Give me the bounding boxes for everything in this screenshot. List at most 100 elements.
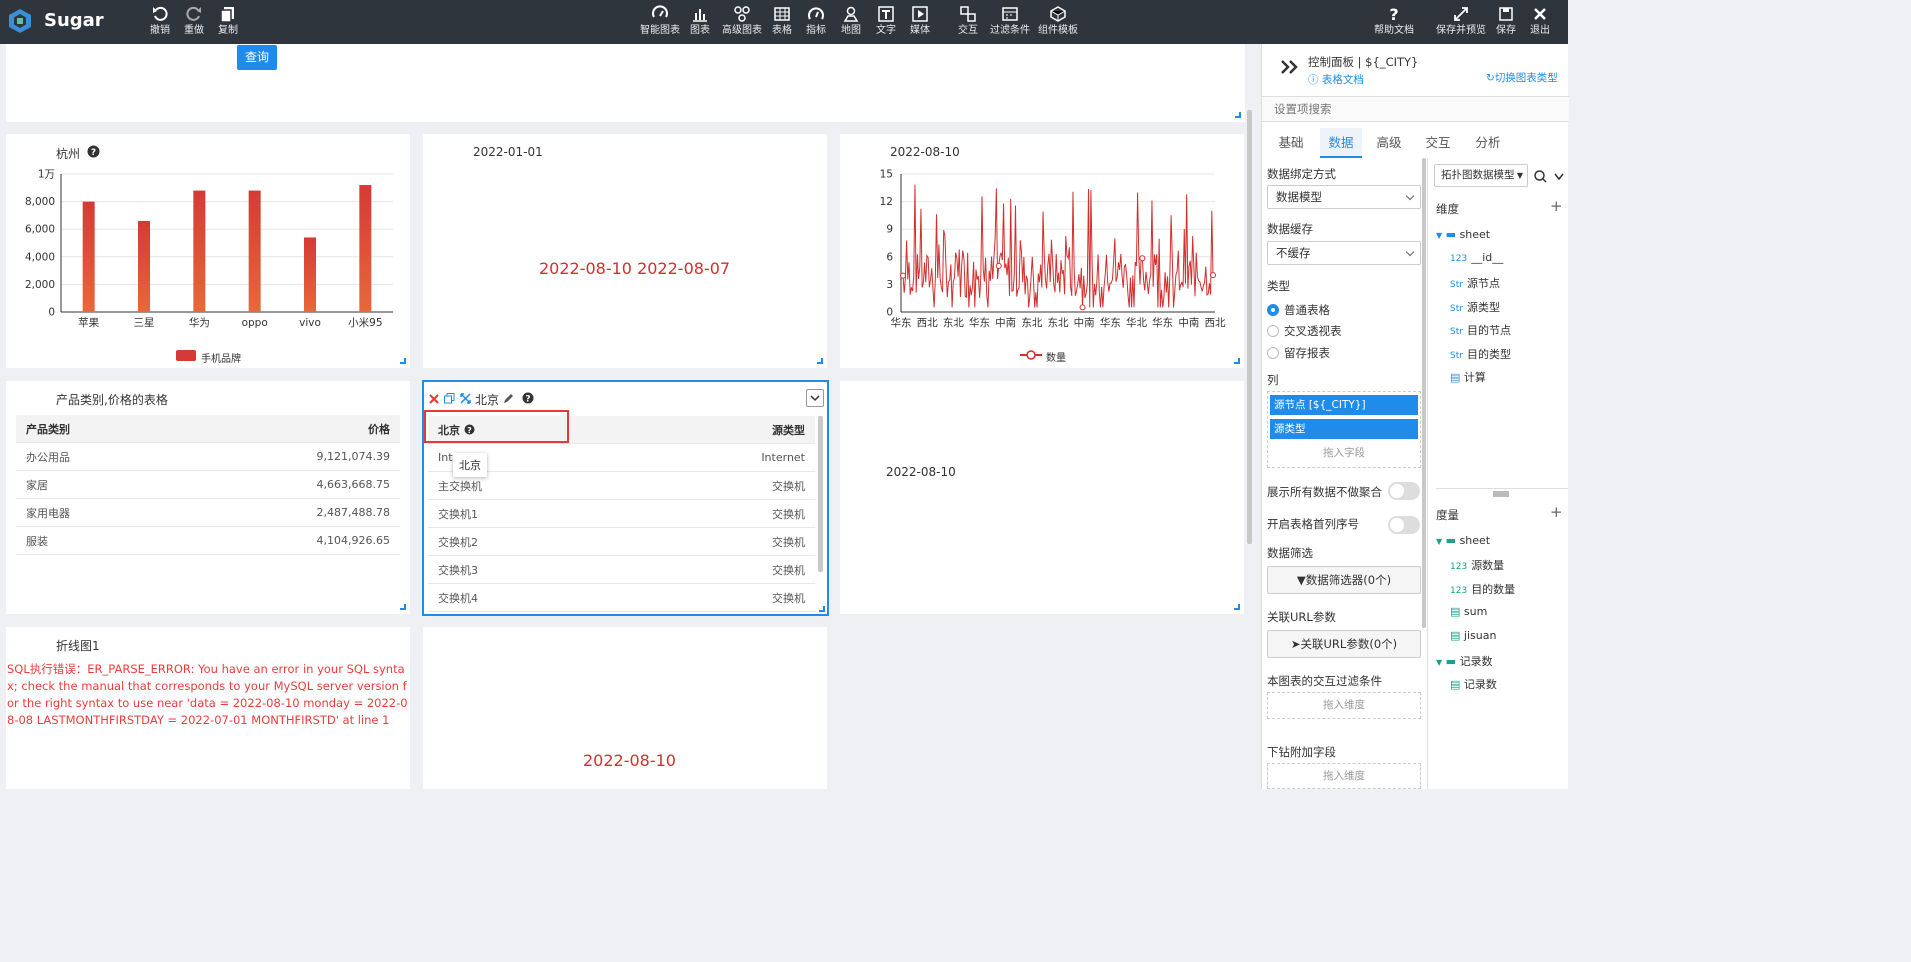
resize-handle[interactable]: [1235, 112, 1241, 118]
show-all-toggle[interactable]: [1388, 482, 1420, 500]
table-button[interactable]: 表格: [772, 5, 792, 37]
tab-data[interactable]: 数据: [1320, 128, 1362, 158]
tab-advanced[interactable]: 高级: [1366, 128, 1412, 158]
search-icon[interactable]: [1534, 170, 1547, 183]
product-table-card[interactable]: 产品类别,价格的表格 产品类别 价格 办公用品 9,121,074.39 家居 4,6…: [6, 381, 410, 614]
fullscreen-icon[interactable]: [460, 393, 471, 404]
legend-label[interactable]: 数量: [1046, 349, 1066, 364]
help-doc-button[interactable]: ? 帮助文档: [1374, 5, 1414, 37]
panel-scrollbar[interactable]: [1422, 158, 1426, 628]
data-filter-button[interactable]: ▼数据筛选器(0个): [1267, 566, 1421, 594]
settings-search[interactable]: [1262, 96, 1569, 122]
interaction-button[interactable]: 交互: [958, 5, 978, 37]
measure-field[interactable]: ▤ jisuan: [1450, 629, 1496, 642]
add-measure-button[interactable]: +: [1550, 503, 1563, 521]
series-line[interactable]: [902, 184, 1214, 308]
filter-condition-button[interactable]: 过滤条件: [990, 5, 1030, 37]
selected-table-card[interactable]: 北京 ? 北京 ? 源类型 Int Internet 主交换机 交换机 交换机1 交换机…: [422, 380, 829, 616]
delete-icon[interactable]: [429, 394, 439, 404]
legend-label[interactable]: 手机品牌: [201, 350, 241, 365]
resize-handle[interactable]: [1234, 358, 1240, 364]
exit-button[interactable]: 退出: [1530, 5, 1550, 37]
redo-button[interactable]: 重做: [184, 5, 204, 37]
text-button[interactable]: 文字: [876, 5, 896, 37]
smart-chart-button[interactable]: 智能图表: [640, 5, 680, 37]
radio-retention-table[interactable]: 留存报表: [1267, 345, 1330, 361]
map-button[interactable]: 地图: [841, 5, 861, 37]
table-doc-link[interactable]: ⓘ 表格文档: [1308, 72, 1364, 87]
measure-field[interactable]: 123 源数量: [1450, 557, 1504, 573]
card-menu-dropdown[interactable]: [806, 389, 824, 407]
resize-handle[interactable]: [817, 358, 823, 364]
header-price[interactable]: 价格: [368, 421, 390, 437]
column-field-chip[interactable]: 源类型: [1270, 419, 1418, 439]
dimension-field[interactable]: Str 源类型: [1450, 299, 1500, 315]
resize-handle[interactable]: [400, 604, 406, 610]
card-title[interactable]: 北京: [475, 391, 499, 408]
media-button[interactable]: 媒体: [910, 5, 930, 37]
drill-field-drop-zone[interactable]: 拖入维度: [1267, 763, 1421, 789]
resize-handle[interactable]: [1234, 604, 1240, 610]
bar[interactable]: [248, 190, 261, 312]
radio-pivot-table[interactable]: 交叉透视表: [1267, 323, 1342, 339]
chart-button[interactable]: 图表: [690, 5, 710, 37]
data-model-select[interactable]: 拓扑图数据模型 ▼: [1434, 164, 1528, 187]
seq-toggle[interactable]: [1388, 516, 1420, 534]
column-drop-zone[interactable]: 源节点 [${_CITY}] 源类型 拖入字段: [1267, 391, 1421, 468]
record-folder[interactable]: ▼ ▬ 记录数: [1436, 653, 1493, 669]
data-point[interactable]: [1210, 272, 1216, 279]
bar[interactable]: [138, 220, 150, 312]
metric-button[interactable]: 指标: [806, 5, 826, 37]
data-point[interactable]: [995, 262, 1002, 269]
question-icon[interactable]: ?: [522, 392, 534, 404]
resize-handle[interactable]: [819, 606, 825, 612]
interaction-filter-drop-zone[interactable]: 拖入维度: [1267, 692, 1421, 719]
tab-analysis[interactable]: 分析: [1465, 128, 1511, 158]
bind-mode-select[interactable]: 数据模型: [1267, 185, 1421, 209]
bar[interactable]: [304, 237, 316, 312]
bar[interactable]: [359, 185, 372, 312]
undo-button[interactable]: 撤销: [150, 5, 170, 37]
chevron-down-icon[interactable]: [1553, 172, 1565, 182]
url-param-button[interactable]: ➤关联URL参数(0个): [1267, 630, 1421, 658]
tab-interaction[interactable]: 交互: [1415, 128, 1461, 158]
question-icon[interactable]: ?: [87, 145, 100, 158]
dimension-field[interactable]: ▤ 计算: [1450, 369, 1486, 385]
resize-handle[interactable]: [400, 358, 406, 364]
bar[interactable]: [82, 201, 95, 312]
advanced-chart-button[interactable]: 高级图表: [722, 5, 762, 37]
dimension-field[interactable]: Str 目的类型: [1450, 346, 1511, 362]
header-source-type[interactable]: 源类型: [772, 422, 805, 438]
line-chart-error-card[interactable]: 折线图1 SQL执行错误：ER_PARSE_ERROR: You have an…: [6, 627, 410, 789]
header-category[interactable]: 产品类别: [26, 421, 70, 437]
dimension-folder[interactable]: ▼ ▬ sheet: [1436, 228, 1490, 241]
data-point[interactable]: [900, 272, 906, 279]
tab-basic[interactable]: 基础: [1265, 128, 1317, 158]
measure-field[interactable]: ▤ sum: [1450, 605, 1487, 618]
copy-button[interactable]: 复制: [218, 5, 238, 37]
component-template-button[interactable]: 组件模板: [1038, 5, 1078, 37]
measure-folder[interactable]: ▼ ▬ sheet: [1436, 534, 1490, 547]
radio-normal-table[interactable]: 普通表格: [1267, 302, 1330, 318]
bar[interactable]: [193, 190, 206, 312]
settings-search-input[interactable]: [1262, 97, 1542, 121]
bar-chart-card[interactable]: 杭州 ? 0 2,000 4,000 6,000 8,000 1万 苹果 三星 华为 oppo vi…: [6, 134, 410, 368]
add-dimension-button[interactable]: +: [1550, 197, 1563, 215]
table-scrollbar[interactable]: [818, 416, 823, 572]
query-button[interactable]: 查询: [237, 45, 277, 70]
date-text-card[interactable]: 2022-01-01 2022-08-10 2022-08-07: [423, 134, 827, 368]
dimension-field[interactable]: Str 目的节点: [1450, 322, 1511, 338]
record-field[interactable]: ▤ 记录数: [1450, 676, 1497, 692]
splitter[interactable]: [1436, 488, 1568, 498]
date-text-card-2[interactable]: 2022-08-10: [840, 381, 1244, 614]
canvas-scrollbar[interactable]: [1247, 110, 1252, 544]
collapse-panel-icon[interactable]: [1280, 59, 1300, 75]
switch-chart-type-link[interactable]: ↻切换图表类型: [1486, 70, 1558, 85]
column-field-chip[interactable]: 源节点 [${_CITY}]: [1270, 395, 1418, 415]
line-chart-card[interactable]: 2022-08-10 0 3 6 9 12 15 华东 西北 东北 华东 中南 东北 东北 中南 华东 华北华…: [840, 134, 1244, 368]
copy-icon[interactable]: [444, 393, 455, 404]
dimension-field[interactable]: Str 源节点: [1450, 275, 1500, 291]
data-point[interactable]: [1139, 255, 1146, 262]
save-button[interactable]: 保存: [1496, 5, 1516, 37]
data-point[interactable]: [1079, 304, 1086, 311]
